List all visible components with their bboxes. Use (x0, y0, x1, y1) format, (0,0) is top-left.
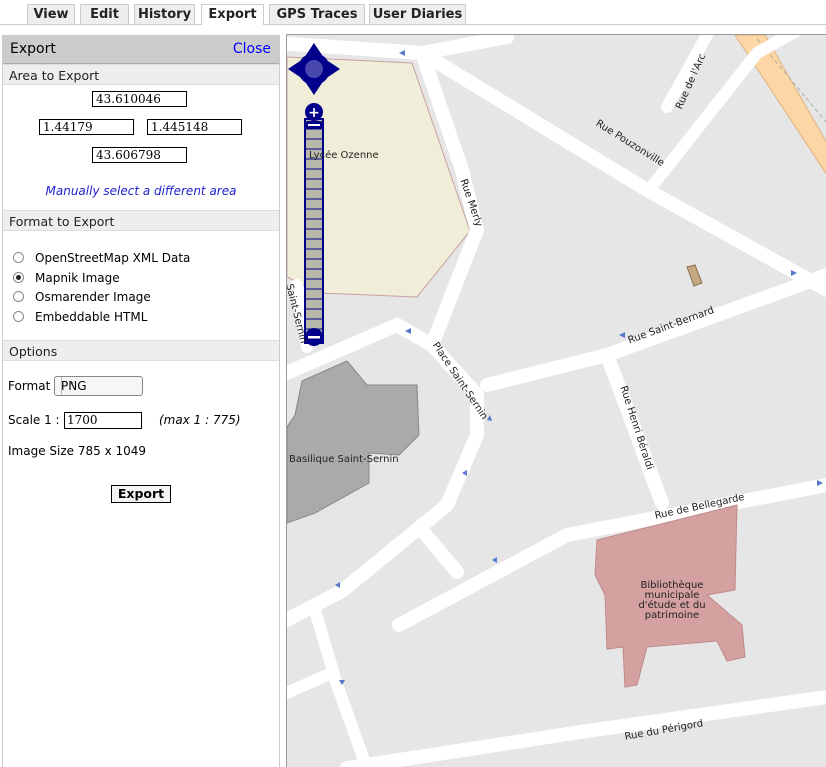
basilica-label: Basilique Saint-Sernin (289, 454, 399, 465)
tab-view[interactable]: View (27, 4, 75, 24)
north-lat-field[interactable]: 43.610046 (92, 91, 187, 107)
tab-edit[interactable]: Edit (80, 4, 129, 24)
svg-text:+: + (308, 105, 320, 121)
radio-button-checked[interactable] (13, 272, 24, 283)
manual-select-link[interactable]: Manually select a different area (3, 184, 279, 198)
lycee-label: Lycée Ozenne (309, 150, 379, 161)
area-section-header: Area to Export (3, 64, 279, 85)
close-link[interactable]: Close (233, 41, 271, 57)
sidebar-title: Export (10, 41, 56, 57)
basilica-building (287, 360, 420, 524)
scale-input[interactable]: 1700 (64, 412, 142, 429)
tab-history[interactable]: History (134, 4, 195, 24)
format-label: Format (8, 379, 51, 393)
map-canvas[interactable]: + (287, 35, 826, 767)
image-format-select[interactable]: PNG ⌃ (54, 376, 143, 396)
sidebar-header: Export Close (3, 35, 279, 64)
tab-gps-traces[interactable]: GPS Traces (269, 4, 365, 24)
tab-export[interactable]: Export (201, 4, 264, 25)
image-size-text: Image Size 785 x 1049 (8, 444, 147, 458)
map-view[interactable]: + Lycée Ozenne Rue Merly Rue de l'Arc Ru… (286, 34, 826, 767)
options-section-header: Options (3, 340, 279, 361)
scale-max-note: (max 1 : 775) (159, 413, 241, 427)
export-sidebar: Export Close Area to Export 43.610046 1.… (2, 35, 280, 767)
zoom-control[interactable]: + (304, 103, 324, 346)
option-label: Osmarender Image (35, 290, 151, 304)
option-label: OpenStreetMap XML Data (35, 251, 191, 265)
chevron-updown-icon: ⌃ (61, 377, 81, 395)
scale-label: Scale 1 : (8, 413, 60, 427)
format-section-header: Format to Export (3, 210, 279, 231)
east-lon-field[interactable]: 1.445148 (147, 119, 242, 135)
south-lat-field[interactable]: 43.606798 (92, 147, 187, 163)
small-building (686, 264, 703, 287)
west-lon-field[interactable]: 1.44179 (39, 119, 134, 135)
radio-button[interactable] (13, 252, 24, 263)
radio-button[interactable] (13, 291, 24, 302)
tab-bar: View Edit History Export GPS Traces User… (0, 0, 826, 25)
area-heading: Area to Export (9, 68, 100, 83)
options-heading: Options (9, 344, 58, 359)
radio-button[interactable] (13, 311, 24, 322)
tab-user-diaries[interactable]: User Diaries (369, 4, 466, 24)
option-label: Embeddable HTML (35, 310, 148, 324)
library-label: Bibliothèque municipale d'étude et du pa… (638, 580, 706, 621)
option-label: Mapnik Image (35, 271, 120, 285)
format-heading: Format to Export (9, 214, 115, 229)
export-button[interactable]: Export (111, 485, 171, 503)
